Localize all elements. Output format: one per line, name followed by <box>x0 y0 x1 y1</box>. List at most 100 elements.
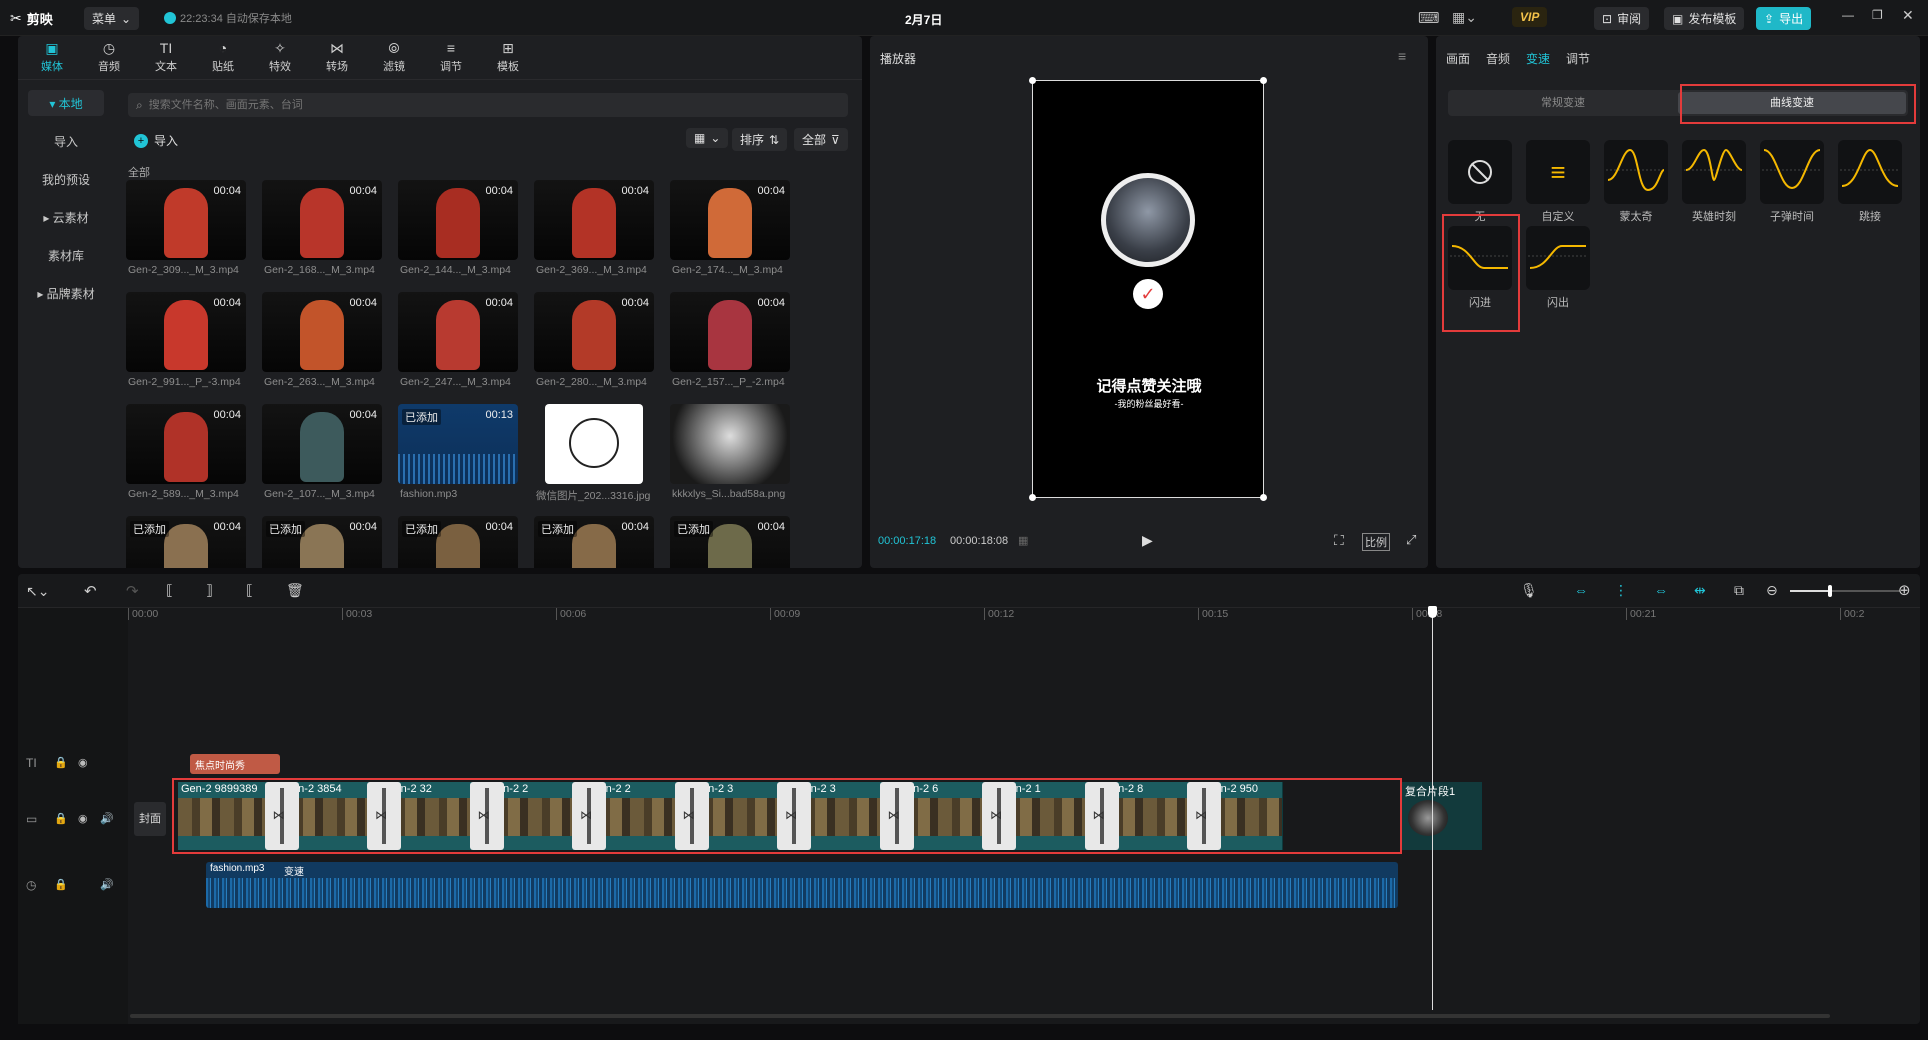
playhead[interactable] <box>1432 608 1433 1010</box>
play-icon[interactable]: ▶ <box>1142 532 1153 549</box>
speed-preset-bullet[interactable] <box>1760 140 1824 204</box>
media-thumbnail[interactable]: 00:04 <box>126 180 246 260</box>
media-thumbnail[interactable]: 00:04 <box>126 292 246 372</box>
app-logo: ✂ 剪映 <box>10 9 53 28</box>
media-thumbnail[interactable]: 00:04 <box>398 292 518 372</box>
speed-preset-hero[interactable] <box>1682 140 1746 204</box>
zoom-slider-handle[interactable] <box>1828 585 1832 597</box>
compound-clip[interactable]: 复合片段1 <box>1402 782 1482 850</box>
highlight-box <box>172 778 1402 854</box>
media-thumbnail[interactable]: 00:04 已添加 <box>534 516 654 568</box>
sketch-face <box>569 418 619 468</box>
ruler-tick: 00:15 <box>1198 608 1228 620</box>
media-thumbnail[interactable]: 00:04 已添加 <box>126 516 246 568</box>
media-thumbnail[interactable]: 00:13 已添加 <box>398 404 518 484</box>
linkage-icon[interactable]: ⇔ <box>1654 582 1668 598</box>
split-icon[interactable]: ⟦ <box>166 582 173 599</box>
speed-preset-flash-out[interactable] <box>1526 226 1590 290</box>
media-thumbnail[interactable]: 00:04 已添加 <box>262 516 382 568</box>
trim-right-icon[interactable]: ⟦ <box>246 582 253 599</box>
media-thumbnail[interactable] <box>670 404 790 484</box>
timecode-grid-icon[interactable]: ▦ <box>1018 534 1028 547</box>
fullscreen-detect-icon[interactable]: ⛶ <box>1334 532 1344 549</box>
eye-icon[interactable]: ◉ <box>78 756 88 769</box>
resize-handle[interactable] <box>1029 77 1036 84</box>
zoom-in-icon[interactable]: ⊕ <box>1898 581 1911 599</box>
added-badge: 已添加 <box>674 521 713 537</box>
export-label: 导出 <box>1779 12 1804 26</box>
expand-icon[interactable]: ⤢ <box>1406 532 1416 548</box>
speed-preset-label: 英雄时刻 <box>1692 211 1736 223</box>
logo-icon: ✂ <box>10 10 22 26</box>
export-icon: ⇪ <box>1764 11 1775 26</box>
ratio-button[interactable]: 比例 <box>1362 533 1390 551</box>
redo-icon[interactable]: ↷ <box>126 582 139 600</box>
duration-label: 00:04 <box>349 409 377 421</box>
speed-preset-custom[interactable]: ≡ <box>1526 140 1590 204</box>
player-menu-icon[interactable]: ≡ <box>1398 48 1406 64</box>
highlight-box <box>1442 214 1520 332</box>
snap-icon[interactable]: ⋮ <box>1614 582 1628 599</box>
media-thumbnail[interactable]: 00:04 <box>534 180 654 260</box>
preview-canvas[interactable]: ✓ 记得点赞关注哦 -我的粉丝最好看- <box>1029 77 1267 501</box>
duration-label: 00:04 <box>621 185 649 197</box>
resize-handle[interactable] <box>1029 494 1036 501</box>
volume-icon[interactable]: 🔊 <box>100 878 114 891</box>
eye-icon[interactable]: ◉ <box>78 812 88 825</box>
zoom-slider[interactable] <box>1790 585 1900 597</box>
delete-icon[interactable]: 🗑 <box>286 582 304 599</box>
menu-label: 菜单 <box>92 12 117 26</box>
restore-icon[interactable]: ❐ <box>1872 8 1883 22</box>
resize-handle[interactable] <box>1260 494 1267 501</box>
keyboard-icon[interactable]: ⌨ <box>1418 9 1440 27</box>
media-thumbnail[interactable]: 00:04 已添加 <box>670 516 790 568</box>
review-button[interactable]: ⊡ 审阅 <box>1594 7 1650 30</box>
media-thumbnail[interactable]: 00:04 <box>534 292 654 372</box>
horizontal-scrollbar[interactable] <box>130 1014 1830 1018</box>
lock-icon[interactable]: 🔒 <box>54 812 68 825</box>
menu-button[interactable]: 菜单 ⌄ <box>84 7 140 30</box>
template-icon: ▣ <box>1672 11 1684 26</box>
vip-badge[interactable]: VIP <box>1512 7 1548 27</box>
link-main-track-icon[interactable]: ⇔ <box>1574 582 1588 598</box>
volume-icon[interactable]: 🔊 <box>100 812 114 825</box>
player-title: 播放器 <box>880 52 917 66</box>
media-thumbnail[interactable]: 00:04 已添加 <box>398 516 518 568</box>
lock-icon[interactable]: 🔒 <box>54 878 68 891</box>
screen-icon[interactable]: ⧉ <box>1734 582 1744 599</box>
media-thumbnail[interactable]: 00:04 <box>126 404 246 484</box>
microphone-icon[interactable]: 🎙 <box>1520 582 1538 599</box>
media-thumbnail[interactable] <box>545 404 643 484</box>
cursor-select-icon[interactable]: ↖⌄ <box>26 583 49 600</box>
duration-label: 00:04 <box>485 297 513 309</box>
media-thumbnail[interactable]: 00:04 <box>262 292 382 372</box>
media-name: kkkxlys_Si...bad58a.png <box>672 488 786 500</box>
audio-clip[interactable]: fashion.mp3 变速 <box>206 862 1398 908</box>
export-button[interactable]: ⇪ 导出 <box>1756 7 1812 30</box>
speed-preset-none[interactable] <box>1448 140 1512 204</box>
media-thumbnail[interactable]: 00:04 <box>398 180 518 260</box>
montage-icon <box>1606 148 1666 192</box>
media-thumbnail[interactable]: 00:04 <box>262 180 382 260</box>
undo-icon[interactable]: ↶ <box>84 582 97 600</box>
playhead-handle[interactable] <box>1428 606 1437 618</box>
media-thumbnail[interactable]: 00:04 <box>670 292 790 372</box>
lock-icon[interactable]: 🔒 <box>54 756 68 769</box>
minimize-icon[interactable]: — <box>1842 8 1854 22</box>
resize-handle[interactable] <box>1260 77 1267 84</box>
text-clip[interactable]: 焦点时尚秀 <box>190 754 280 774</box>
speed-preset-jump[interactable] <box>1838 140 1902 204</box>
trim-left-icon[interactable]: ⟧ <box>206 582 213 599</box>
layout-icon[interactable]: ▦⌄ <box>1452 9 1477 26</box>
duration-label: 00:04 <box>621 521 649 533</box>
close-icon[interactable]: ✕ <box>1902 7 1914 24</box>
zoom-out-icon[interactable]: ⊖ <box>1766 582 1778 599</box>
media-thumbnail[interactable]: 00:04 <box>670 180 790 260</box>
publish-template-button[interactable]: ▣ 发布模板 <box>1664 7 1745 30</box>
chevron-down-icon: ⌄ <box>121 11 132 26</box>
thumbnail-figure <box>164 188 208 258</box>
preview-axis-icon[interactable]: ⇹ <box>1694 582 1706 599</box>
media-thumbnail[interactable]: 00:04 <box>262 404 382 484</box>
cover-button[interactable]: 封面 <box>134 802 166 836</box>
speed-preset-montage[interactable] <box>1604 140 1668 204</box>
